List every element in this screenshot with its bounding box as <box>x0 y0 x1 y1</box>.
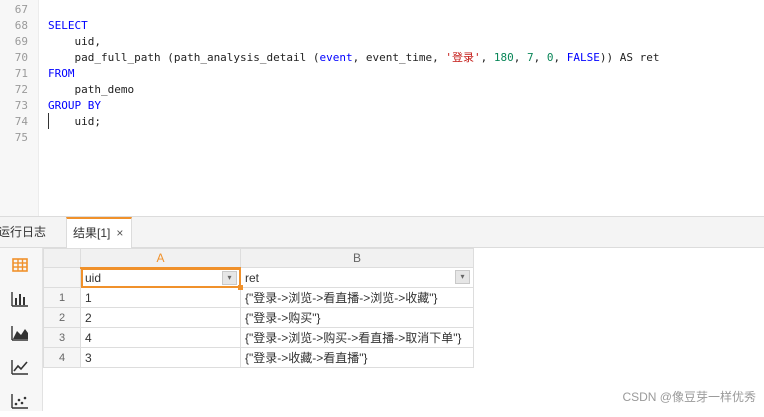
code-token: path_demo <box>48 83 135 96</box>
code-token: uid, <box>48 35 101 48</box>
line-number: 69 <box>14 35 28 48</box>
code-line[interactable]: 70 pad_full_path (path_analysis_detail (… <box>0 50 764 66</box>
tab-run-log[interactable]: 运行日志 <box>0 217 46 248</box>
code-text: uid; <box>48 114 101 130</box>
code-token: , event_time, <box>352 51 446 64</box>
code-token: 180 <box>493 51 514 64</box>
line-number: 67 <box>14 3 28 16</box>
bar-chart-icon[interactable] <box>9 288 31 310</box>
cell-uid[interactable]: 2 <box>80 307 241 328</box>
table-icon[interactable] <box>9 254 31 276</box>
code-text: uid, <box>48 34 101 50</box>
code-token: SELECT <box>48 19 88 32</box>
cell-uid[interactable]: 1 <box>80 287 241 308</box>
line-number: 73 <box>14 99 28 112</box>
field-name-row: uid ▾ ret ▾ <box>43 267 474 290</box>
area-chart-icon[interactable] <box>9 322 31 344</box>
line-chart-icon[interactable] <box>9 356 31 378</box>
code-token: FROM <box>48 67 75 80</box>
field-uid-label: uid <box>85 270 102 285</box>
code-text: pad_full_path (path_analysis_detail (eve… <box>48 50 659 66</box>
code-line[interactable]: 75 <box>0 130 764 146</box>
row-number: 2 <box>43 307 81 328</box>
code-line[interactable]: 72 path_demo <box>0 82 764 98</box>
code-text: FROM <box>48 66 75 82</box>
table-row[interactable]: 1 1 {"登录->浏览->看直播->浏览->收藏"} <box>43 287 474 308</box>
column-header-a[interactable]: A <box>80 248 241 269</box>
code-token: event <box>319 51 353 64</box>
field-ret-label: ret <box>245 270 260 285</box>
tab-run-log-label: 运行日志 <box>0 225 47 239</box>
text-cursor <box>48 113 49 129</box>
cell-uid[interactable]: 3 <box>80 347 241 368</box>
column-header-b[interactable]: B <box>240 248 474 268</box>
code-token: , <box>553 51 567 64</box>
view-toolbar <box>0 248 43 411</box>
code-token: GROUP BY <box>48 99 101 112</box>
field-uid[interactable]: uid ▾ <box>80 267 243 290</box>
line-number: 72 <box>14 83 28 96</box>
code-line[interactable]: 68 SELECT <box>0 18 764 34</box>
close-icon[interactable]: × <box>116 219 123 248</box>
cell-ret[interactable]: {"登录->浏览->看直播->浏览->收藏"} <box>240 287 474 308</box>
row-number: 4 <box>43 347 81 368</box>
scatter-chart-icon[interactable] <box>9 390 31 412</box>
line-number: 68 <box>14 19 28 32</box>
code-token: 0 <box>546 51 554 64</box>
code-token: pad_full_path (path_analysis_detail ( <box>48 51 320 64</box>
code-text: path_demo <box>48 82 134 98</box>
code-line[interactable]: 73 GROUP BY <box>0 98 764 114</box>
cell-ret[interactable]: {"登录->收藏->看直播"} <box>240 347 474 368</box>
tab-result-1[interactable]: 结果[1] × <box>66 217 133 249</box>
watermark: CSDN @像豆芽一样优秀 <box>622 390 756 404</box>
table-row[interactable]: 2 2 {"登录->购买"} <box>43 307 474 328</box>
corner-cell <box>43 248 81 268</box>
chevron-down-icon[interactable]: ▾ <box>455 270 470 284</box>
code-line[interactable]: 67 <box>0 2 764 18</box>
result-tab-bar: 运行日志 结果[1] × <box>0 216 764 249</box>
code-text: SELECT <box>48 18 88 34</box>
line-number: 70 <box>14 51 28 64</box>
code-line[interactable]: 71 FROM <box>0 66 764 82</box>
code-token: uid; <box>48 115 101 128</box>
chevron-down-icon[interactable]: ▾ <box>222 270 237 285</box>
cell-uid[interactable]: 4 <box>80 327 241 348</box>
field-ret[interactable]: ret ▾ <box>240 267 474 288</box>
column-letter-row: A B <box>43 248 474 269</box>
row-number: 3 <box>43 327 81 348</box>
code-token: FALSE <box>566 51 600 64</box>
table-row[interactable]: 4 3 {"登录->收藏->看直播"} <box>43 347 474 368</box>
cell-ret[interactable]: {"登录->浏览->购买->看直播->取消下单"} <box>240 327 474 348</box>
cell-ret[interactable]: {"登录->购买"} <box>240 307 474 328</box>
table-row[interactable]: 3 4 {"登录->浏览->购买->看直播->取消下单"} <box>43 327 474 348</box>
sql-editor[interactable]: 67 68 SELECT 69 uid, 70 pad_full_path (path_… <box>0 0 764 216</box>
field-row-number <box>43 267 81 288</box>
code-line[interactable]: 69 uid, <box>0 34 764 50</box>
line-number: 71 <box>14 67 28 80</box>
row-number: 1 <box>43 287 81 308</box>
code-token: , <box>480 51 494 64</box>
code-text: GROUP BY <box>48 98 101 114</box>
tab-result-label: 结果[1] <box>73 226 111 240</box>
code-line[interactable]: 74 uid; <box>0 114 764 130</box>
line-number: 75 <box>14 131 28 144</box>
code-token: )) AS ret <box>599 51 660 64</box>
code-token: , <box>513 51 527 64</box>
code-token: '登录' <box>445 51 481 64</box>
code-token: , <box>533 51 547 64</box>
line-number: 74 <box>14 115 28 128</box>
code-token: 7 <box>527 51 534 64</box>
result-grid[interactable]: A B uid ▾ ret ▾ 1 1 {"登录->浏览->看直播->浏览->收… <box>43 248 474 368</box>
